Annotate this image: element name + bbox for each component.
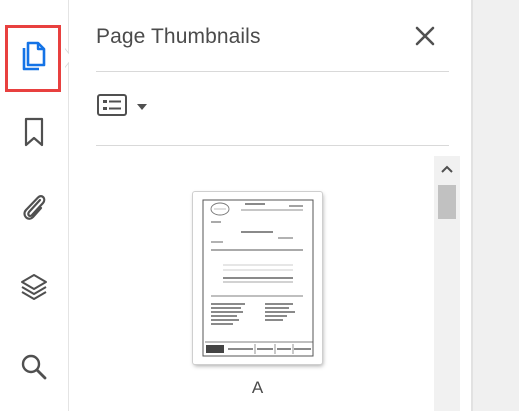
thumbnail-list: A xyxy=(96,156,449,411)
chevron-down-icon xyxy=(136,98,148,116)
close-icon xyxy=(414,25,436,52)
paperclip-icon xyxy=(19,191,49,230)
thumbnail-label: A xyxy=(251,378,264,397)
page-thumbnails-icon xyxy=(18,39,48,78)
close-panel-button[interactable] xyxy=(409,22,441,54)
search-button[interactable] xyxy=(4,339,64,399)
search-icon xyxy=(19,351,49,388)
page-thumbnails-panel: Page Thumbnails A xyxy=(69,0,471,411)
divider xyxy=(96,71,449,72)
list-view-icon xyxy=(96,93,128,122)
divider xyxy=(471,0,473,411)
bookmarks-button[interactable] xyxy=(4,104,64,164)
divider xyxy=(96,145,449,146)
layers-button[interactable] xyxy=(4,260,64,320)
layers-icon xyxy=(18,271,50,310)
thumbnail-scrollbar[interactable] xyxy=(434,156,460,411)
page-thumbnail[interactable] xyxy=(193,192,322,364)
thumbnail-options-button[interactable] xyxy=(96,92,156,122)
navigation-rail xyxy=(0,0,69,411)
page-thumbnail-image xyxy=(202,199,314,357)
bookmark-icon xyxy=(21,116,47,153)
attachments-button[interactable] xyxy=(4,180,64,240)
page-thumbnails-button[interactable] xyxy=(5,25,61,92)
scroll-thumb[interactable] xyxy=(438,185,456,219)
document-area xyxy=(471,0,519,411)
chevron-up-icon xyxy=(441,160,453,178)
scroll-up-button[interactable] xyxy=(434,156,460,182)
panel-title: Page Thumbnails xyxy=(96,25,261,48)
